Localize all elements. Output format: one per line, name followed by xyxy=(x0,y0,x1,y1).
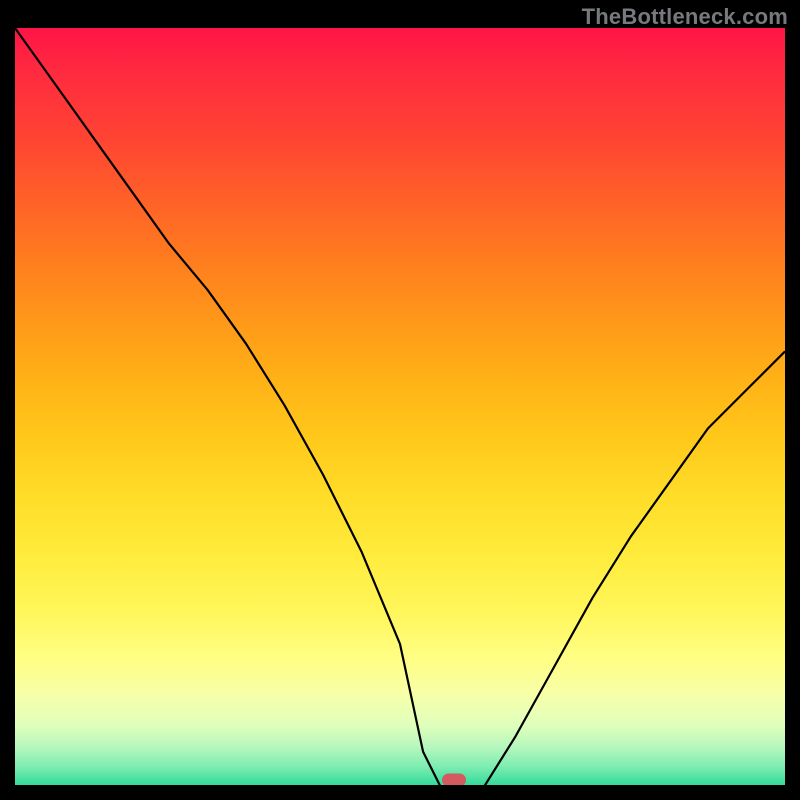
bottleneck-curve xyxy=(15,28,785,785)
optimal-point-marker xyxy=(442,774,466,786)
plot-container xyxy=(15,28,785,785)
watermark-text: TheBottleneck.com xyxy=(582,4,788,30)
chart-frame: TheBottleneck.com xyxy=(0,0,800,800)
plot-area xyxy=(15,28,785,785)
curve-path xyxy=(15,28,785,785)
